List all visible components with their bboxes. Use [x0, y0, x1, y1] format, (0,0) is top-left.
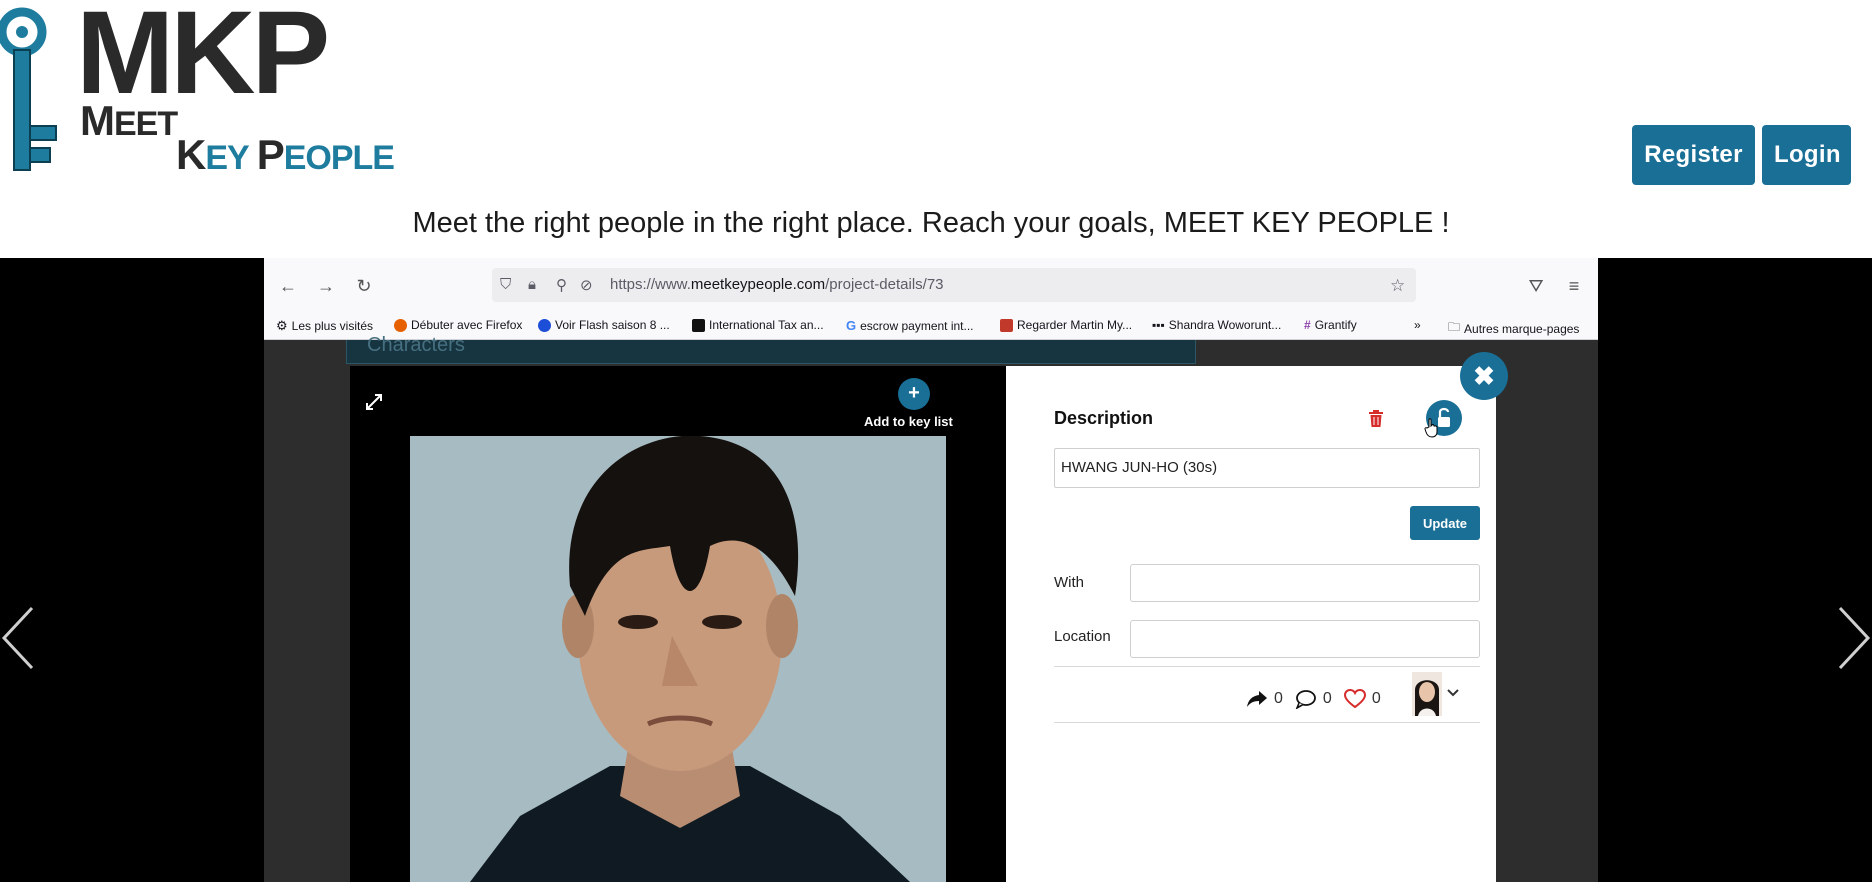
auth-buttons: Register Login — [1632, 125, 1851, 185]
bookmark-item[interactable]: Voir Flash saison 8 ... — [538, 318, 670, 332]
back-icon[interactable]: ← — [278, 276, 298, 296]
like-count: 0 — [1371, 690, 1381, 707]
character-photo — [410, 436, 946, 882]
logo-letter: P — [256, 131, 285, 178]
add-to-key-list-button[interactable]: + — [898, 378, 930, 410]
bookmarks-overflow[interactable]: » — [1414, 318, 1421, 332]
engagement-stats: 0 0 0 — [1246, 684, 1393, 714]
modal-image-panel: + Add to key list — [350, 366, 1006, 882]
portrait-image — [410, 436, 946, 882]
site-w-icon — [692, 318, 705, 332]
divider — [1054, 722, 1480, 723]
register-button[interactable]: Register — [1632, 125, 1755, 185]
chevron-right-icon[interactable] — [1832, 598, 1872, 678]
bookmark-item[interactable]: Regarder Martin My... — [1000, 318, 1132, 332]
bookmark-item[interactable]: Gescrow payment int... — [846, 318, 974, 333]
underlay-input: Characters — [346, 334, 1196, 364]
key-logo-icon — [0, 7, 57, 171]
google-icon: G — [846, 318, 857, 333]
bookmark-label: escrow payment int... — [860, 318, 974, 333]
chevron-down-icon[interactable] — [1446, 686, 1460, 700]
logo-letters: EY — [205, 139, 249, 177]
bookmark-item[interactable]: # Grantify — [1304, 318, 1357, 332]
bookmark-label: Shandra Woworunt... — [1168, 318, 1282, 332]
bookmark-item[interactable]: 🗀 Autres marque-pages — [1448, 318, 1579, 339]
close-icon: ✖ — [1473, 361, 1495, 391]
modal-details-panel: Description HWANG JUN-HO (30s) Update Wi… — [1006, 366, 1496, 882]
close-modal-button[interactable]: ✖ — [1462, 354, 1506, 398]
browser-toolbar: ← → ↻ ⛉ 🔒︎ ⚲ ⊘ https://www.meetkeypeople… — [264, 258, 1598, 312]
expand-icon[interactable] — [364, 392, 384, 412]
url-bar[interactable]: ⛉ 🔒︎ ⚲ ⊘ https://www.meetkeypeople.com/p… — [492, 268, 1416, 302]
bookmark-label: Les plus visités — [291, 319, 374, 333]
bookmark-label: International Tax an... — [709, 318, 824, 332]
dots-icon: ▪▪▪ — [1152, 318, 1165, 332]
menu-icon[interactable]: ≡ — [1564, 276, 1584, 296]
site-logo[interactable]: MKP MEET KEY PEOPLE — [0, 0, 440, 190]
shield-icon: ⛉ — [500, 276, 512, 293]
avatar-image — [1412, 672, 1442, 716]
bookmark-label: Voir Flash saison 8 ... — [555, 318, 670, 332]
trash-icon[interactable] — [1368, 410, 1384, 428]
lock-icon: 🔒︎ — [528, 276, 536, 293]
login-button[interactable]: Login — [1762, 125, 1851, 185]
logo-letters: EOPLE — [283, 139, 395, 177]
url-host: meetkeypeople.com — [690, 276, 826, 293]
bookmark-label: Regarder Martin My... — [1017, 318, 1133, 332]
embedded-browser-screenshot: ← → ↻ ⛉ 🔒︎ ⚲ ⊘ https://www.meetkeypeople… — [264, 258, 1598, 882]
reload-icon[interactable]: ↻ — [354, 276, 374, 296]
play-icon — [538, 318, 551, 332]
book-icon — [1000, 318, 1013, 332]
update-button[interactable]: Update — [1410, 506, 1480, 540]
share-count: 0 — [1274, 690, 1283, 707]
logo-word-keypeople: KEY PEOPLE — [176, 131, 395, 178]
gear-icon: ⚙ — [276, 318, 288, 333]
share-icon[interactable] — [1246, 689, 1268, 709]
logo-mark: MKP — [76, 0, 330, 119]
plus-icon: + — [908, 382, 920, 404]
heart-icon[interactable] — [1343, 689, 1366, 709]
bookmark-label: Grantify — [1314, 318, 1357, 332]
url-text: https://www.meetkeypeople.com/project-de… — [610, 276, 944, 293]
url-path: /project-details/73 — [825, 276, 944, 293]
tracking-icon: ⊘ — [580, 277, 593, 294]
with-label: With — [1054, 574, 1084, 591]
hand-cursor-icon — [1424, 418, 1438, 438]
underlay-text: Characters — [367, 334, 465, 356]
firefox-icon — [394, 318, 407, 332]
chevron-double-right-icon: » — [1414, 318, 1421, 332]
avatar[interactable] — [1412, 672, 1442, 716]
permissions-icon: ⚲ — [556, 277, 567, 294]
logo-letter: M — [80, 97, 115, 144]
bookmark-label: Débuter avec Firefox — [411, 318, 523, 332]
with-input[interactable] — [1130, 564, 1480, 602]
site-header: MKP MEET KEY PEOPLE Register Login Meet t… — [0, 0, 1872, 258]
chevron-left-icon[interactable] — [0, 598, 40, 678]
bookmark-label: Autres marque-pages — [1464, 321, 1580, 336]
page: MKP MEET KEY PEOPLE Register Login Meet t… — [0, 0, 1872, 882]
tagline: Meet the right people in the right place… — [412, 207, 1450, 239]
description-title: Description — [1054, 408, 1154, 428]
folder-icon: 🗀 — [1448, 320, 1461, 334]
location-label: Location — [1054, 628, 1111, 645]
bookmark-item[interactable]: ⚙ Les plus visités — [276, 318, 373, 334]
description-input[interactable]: HWANG JUN-HO (30s) — [1054, 448, 1480, 488]
bookmark-item[interactable]: ▪▪▪ Shandra Woworunt... — [1152, 318, 1281, 332]
bookmark-item[interactable]: International Tax an... — [692, 318, 824, 332]
comment-count: 0 — [1322, 690, 1332, 707]
bookmark-item[interactable]: Débuter avec Firefox — [394, 318, 522, 332]
location-input[interactable] — [1130, 620, 1480, 658]
logo-letter: K — [176, 131, 206, 178]
grantify-icon: # — [1304, 318, 1311, 332]
forward-icon[interactable]: → — [316, 276, 336, 296]
star-icon[interactable]: ☆ — [1390, 276, 1405, 296]
add-to-key-list-label: Add to key list — [864, 414, 953, 429]
logo-word-meet: MEET — [80, 97, 178, 144]
logo-letters: EET — [114, 105, 178, 143]
comment-icon[interactable] — [1295, 689, 1317, 709]
pocket-icon[interactable]: ⛛ — [1526, 276, 1546, 296]
url-prefix: https://www. — [610, 276, 691, 293]
divider — [1054, 666, 1480, 667]
